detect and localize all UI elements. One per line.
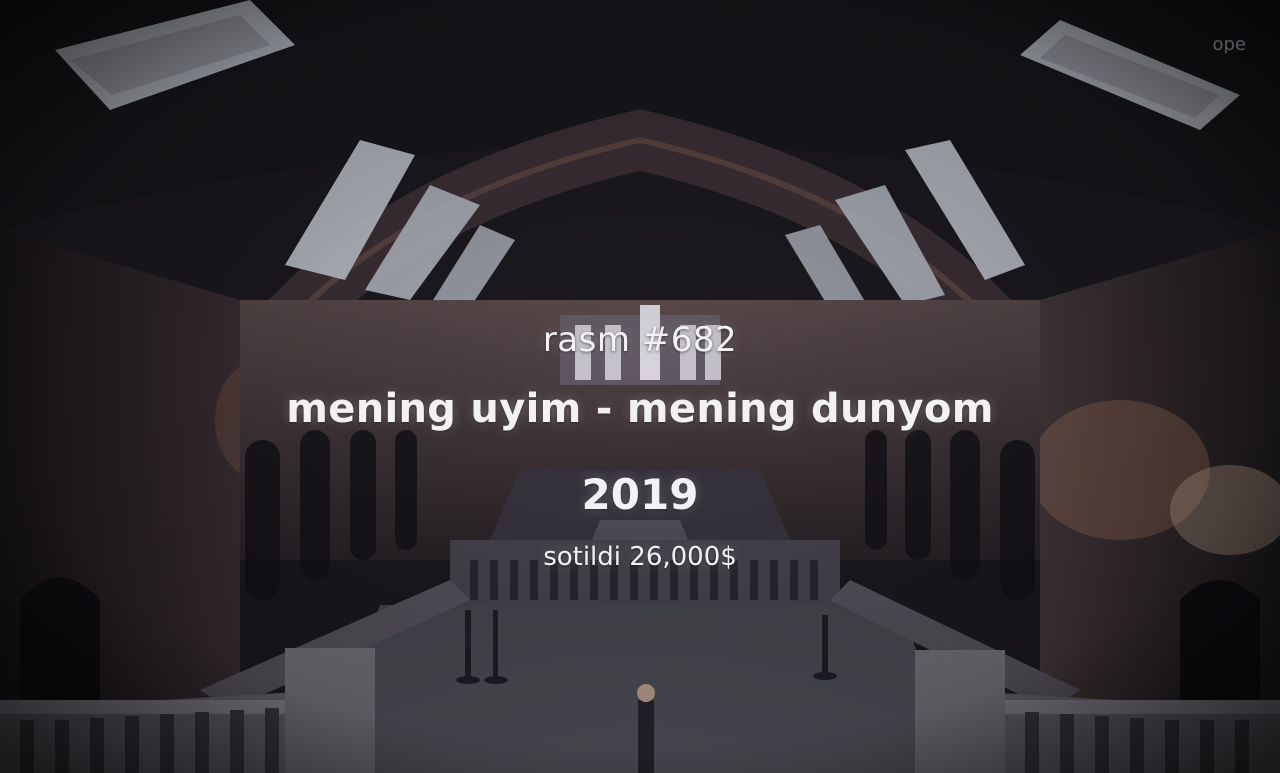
artwork-sold-price: sotildi 26,000$	[543, 542, 737, 572]
artwork-number: rasm #682	[542, 320, 738, 360]
artwork-title: mening uyim - mening dunyom	[286, 386, 994, 432]
artwork-year: 2019	[581, 470, 699, 519]
museum-hall-photo: rasm #682 mening uyim - mening dunyom 20…	[0, 0, 1280, 773]
corner-watermark-text: ope	[1212, 34, 1246, 55]
